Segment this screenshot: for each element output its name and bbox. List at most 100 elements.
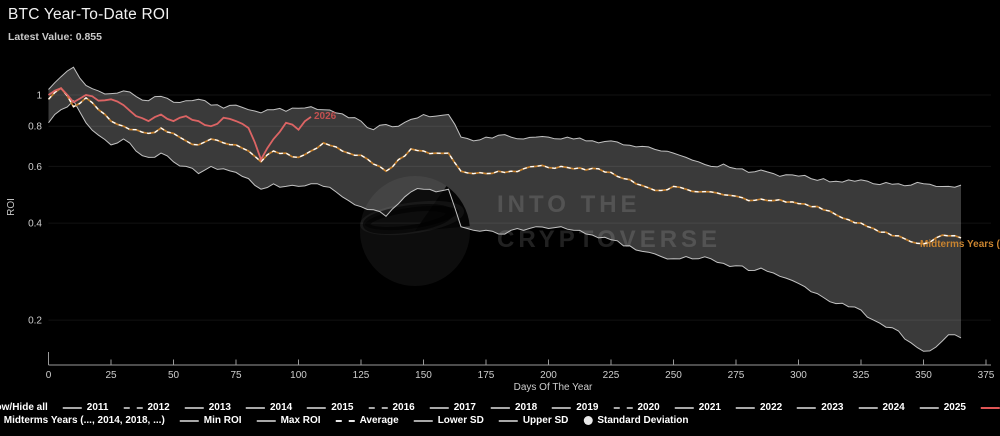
legend-item-label: 2016 bbox=[392, 402, 414, 413]
legend-item-label: 2020 bbox=[637, 402, 659, 413]
legend-item-label: 2012 bbox=[147, 402, 169, 413]
legend-item-label: 2024 bbox=[882, 402, 904, 413]
legend-item-2015[interactable]: 2015 bbox=[307, 402, 353, 413]
legend-item-upper-sd[interactable]: Upper SD bbox=[499, 415, 569, 426]
roi-chart[interactable]: INTO THECRYPTOVERSEMidterms Years (....2… bbox=[0, 0, 1000, 436]
watermark-text-line1: INTO THE bbox=[497, 191, 641, 218]
legend-item-label: 2011 bbox=[87, 402, 109, 413]
line-swatch-icon bbox=[552, 407, 571, 409]
line-swatch-icon bbox=[797, 407, 816, 409]
legend-item-label: 2019 bbox=[576, 402, 598, 413]
svg-text:300: 300 bbox=[790, 370, 807, 381]
legend-item-label: Standard Deviation bbox=[597, 415, 688, 426]
legend-item-label: Max ROI bbox=[281, 415, 321, 426]
svg-text:0.6: 0.6 bbox=[28, 162, 42, 173]
legend-item-2011[interactable]: 2011 bbox=[63, 402, 109, 413]
line-label-2026: 2026 bbox=[314, 111, 337, 122]
legend-item-label: Average bbox=[360, 415, 399, 426]
svg-text:0.8: 0.8 bbox=[28, 122, 42, 133]
svg-text:1: 1 bbox=[36, 91, 42, 102]
svg-text:0.4: 0.4 bbox=[28, 219, 42, 230]
legend-item-standard-deviation[interactable]: Standard Deviation bbox=[583, 415, 688, 426]
legend-row-stats: Midterms Years (..., 2014, 2018, ...) Min… bbox=[0, 414, 1000, 427]
line-swatch-icon bbox=[123, 407, 142, 409]
svg-text:375: 375 bbox=[978, 370, 995, 381]
line-swatch-icon bbox=[414, 420, 433, 422]
chart-legend: Show/Hide all 2011 2012 2013 2014 2015 2016 201… bbox=[0, 401, 1000, 427]
line-swatch-icon bbox=[736, 407, 755, 409]
svg-text:0: 0 bbox=[46, 370, 52, 381]
x-axis-label: Days Of The Year bbox=[514, 382, 593, 393]
line-swatch-icon bbox=[368, 407, 387, 409]
legend-item-2024[interactable]: 2024 bbox=[858, 402, 904, 413]
svg-text:325: 325 bbox=[853, 370, 870, 381]
svg-text:250: 250 bbox=[665, 370, 682, 381]
svg-text:50: 50 bbox=[168, 370, 180, 381]
line-swatch-icon bbox=[920, 407, 939, 409]
legend-item-2014[interactable]: 2014 bbox=[246, 402, 292, 413]
line-swatch-icon bbox=[858, 407, 877, 409]
page-title: BTC Year-To-Date ROI bbox=[8, 6, 170, 24]
legend-item-label: 2022 bbox=[760, 402, 782, 413]
legend-item-label: Show/Hide all bbox=[0, 402, 48, 413]
legend-item-label: 2015 bbox=[331, 402, 353, 413]
legend-item-2012[interactable]: 2012 bbox=[123, 402, 169, 413]
svg-text:150: 150 bbox=[415, 370, 432, 381]
legend-item-2017[interactable]: 2017 bbox=[430, 402, 476, 413]
line-swatch-icon bbox=[499, 420, 518, 422]
legend-item-label: 2023 bbox=[821, 402, 843, 413]
legend-item-2026[interactable]: 2026 bbox=[981, 402, 1000, 413]
line-swatch-icon bbox=[180, 420, 199, 422]
legend-item-label: Upper SD bbox=[523, 415, 569, 426]
svg-text:225: 225 bbox=[603, 370, 620, 381]
legend-item-lower-sd[interactable]: Lower SD bbox=[414, 415, 484, 426]
svg-text:175: 175 bbox=[478, 370, 495, 381]
legend-item-2025[interactable]: 2025 bbox=[920, 402, 966, 413]
legend-item-show-hide-all[interactable]: Show/Hide all bbox=[0, 402, 48, 413]
dot-swatch-icon bbox=[491, 407, 510, 409]
svg-text:100: 100 bbox=[290, 370, 307, 381]
chart-header: BTC Year-To-Date ROI Latest Value: 0.855 bbox=[8, 6, 170, 43]
svg-text:200: 200 bbox=[540, 370, 557, 381]
btc-ytd-roi-page: BTC Year-To-Date ROI Latest Value: 0.855… bbox=[0, 0, 1000, 436]
legend-item-2018[interactable]: 2018 bbox=[491, 402, 537, 413]
line-swatch-icon bbox=[675, 407, 694, 409]
svg-text:25: 25 bbox=[105, 370, 117, 381]
legend-item-label: Midterms Years (..., 2014, 2018, ...) bbox=[4, 415, 165, 426]
latest-value-label: Latest Value: 0.855 bbox=[8, 31, 170, 43]
legend-item-label: 2021 bbox=[699, 402, 721, 413]
legend-item-2021[interactable]: 2021 bbox=[675, 402, 721, 413]
legend-item-2016[interactable]: 2016 bbox=[368, 402, 414, 413]
line-swatch-icon bbox=[257, 420, 276, 422]
y-axis-label: ROI bbox=[6, 198, 17, 216]
line-swatch-icon bbox=[307, 407, 326, 409]
legend-item-2023[interactable]: 2023 bbox=[797, 402, 843, 413]
svg-text:275: 275 bbox=[728, 370, 745, 381]
legend-item-min-roi[interactable]: Min ROI bbox=[180, 415, 242, 426]
svg-text:75: 75 bbox=[230, 370, 242, 381]
svg-text:350: 350 bbox=[915, 370, 932, 381]
line-swatch-icon bbox=[613, 407, 632, 409]
line-swatch-icon bbox=[63, 407, 82, 409]
dot-swatch-icon bbox=[246, 407, 265, 409]
svg-text:0.2: 0.2 bbox=[28, 316, 42, 327]
legend-item-2022[interactable]: 2022 bbox=[736, 402, 782, 413]
legend-item-2020[interactable]: 2020 bbox=[613, 402, 659, 413]
legend-item-max-roi[interactable]: Max ROI bbox=[257, 415, 321, 426]
svg-text:125: 125 bbox=[353, 370, 370, 381]
legend-item-2013[interactable]: 2013 bbox=[185, 402, 231, 413]
legend-item-average[interactable]: Average bbox=[336, 415, 399, 426]
legend-item-label: 2025 bbox=[944, 402, 966, 413]
legend-item-midterms-years-2014-2018[interactable]: Midterms Years (..., 2014, 2018, ...) bbox=[0, 415, 165, 426]
legend-item-label: Lower SD bbox=[438, 415, 484, 426]
legend-item-label: Min ROI bbox=[204, 415, 242, 426]
legend-item-label: 2018 bbox=[515, 402, 537, 413]
line-swatch-icon bbox=[981, 407, 1000, 409]
legend-item-2019[interactable]: 2019 bbox=[552, 402, 598, 413]
legend-item-label: 2017 bbox=[454, 402, 476, 413]
legend-row-years: Show/Hide all 2011 2012 2013 2014 2015 2016 201… bbox=[0, 401, 1000, 414]
dot-swatch-icon bbox=[583, 416, 592, 425]
legend-item-label: 2014 bbox=[270, 402, 292, 413]
line-swatch-icon bbox=[336, 420, 355, 422]
legend-item-label: 2013 bbox=[209, 402, 231, 413]
